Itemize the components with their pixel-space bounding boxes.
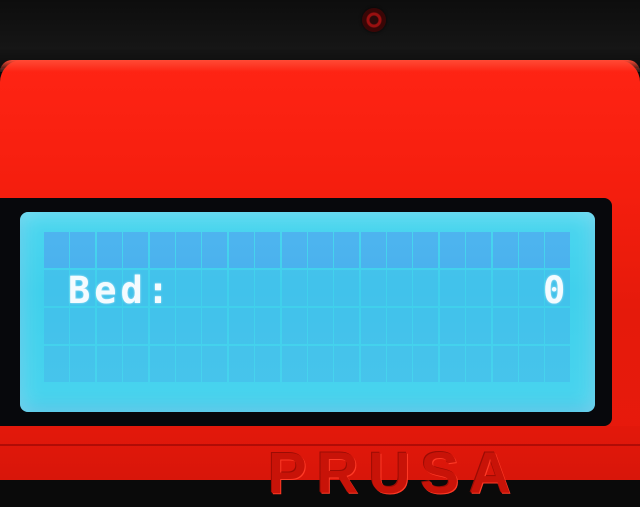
lcd-cell — [175, 270, 201, 306]
lcd-cell — [439, 232, 465, 268]
lcd-cell — [255, 346, 281, 382]
lcd-cell — [307, 346, 333, 382]
lcd-cell — [149, 308, 175, 344]
lcd-cell — [545, 346, 571, 382]
brand-logo: PRUSA — [268, 441, 522, 506]
lcd-cell — [492, 270, 518, 306]
lcd-cell — [360, 346, 386, 382]
lcd-cell — [307, 308, 333, 344]
lcd-cell — [96, 346, 122, 382]
lcd-cell — [228, 270, 254, 306]
lcd-cell — [439, 346, 465, 382]
lcd-cell — [202, 346, 228, 382]
lcd-cell — [466, 346, 492, 382]
lcd-screen — [20, 212, 595, 412]
lcd-cell — [413, 308, 439, 344]
lcd-cell — [96, 308, 122, 344]
lcd-cell — [149, 232, 175, 268]
lcd-cell — [281, 346, 307, 382]
lcd-cell — [307, 270, 333, 306]
lcd-cell — [149, 346, 175, 382]
lcd-cell — [334, 232, 360, 268]
lcd-cell — [413, 346, 439, 382]
lcd-cell — [334, 346, 360, 382]
lcd-cell — [519, 346, 545, 382]
lcd-cell — [466, 308, 492, 344]
lcd-cell — [228, 308, 254, 344]
lcd-cell — [281, 232, 307, 268]
lcd-cell — [123, 308, 149, 344]
lcd-cell — [255, 232, 281, 268]
lcd-cell — [255, 270, 281, 306]
lcd-cell — [202, 308, 228, 344]
lcd-cell — [255, 308, 281, 344]
lcd-cell — [413, 270, 439, 306]
lcd-cell — [360, 232, 386, 268]
lcd-cell — [281, 308, 307, 344]
lcd-cell — [123, 232, 149, 268]
lcd-cell — [492, 346, 518, 382]
lcd-cell — [519, 232, 545, 268]
lcd-cell — [228, 232, 254, 268]
lcd-cell — [387, 346, 413, 382]
lcd-cell — [70, 232, 96, 268]
lcd-cell — [519, 308, 545, 344]
lcd-cell — [360, 308, 386, 344]
lcd-cell — [228, 346, 254, 382]
lcd-cell — [466, 232, 492, 268]
lcd-cell — [44, 232, 69, 268]
lcd-cell — [202, 270, 228, 306]
lcd-cell — [70, 308, 96, 344]
lcd-cell — [202, 232, 228, 268]
lcd-cell — [519, 270, 545, 306]
lcd-cell — [307, 232, 333, 268]
case-highlight — [0, 60, 640, 72]
lcd-cell — [466, 270, 492, 306]
lcd-cell — [175, 232, 201, 268]
bed-temperature-value: 0 — [543, 269, 566, 312]
lcd-cell — [175, 308, 201, 344]
lcd-cell — [44, 270, 69, 306]
lcd-cell — [545, 232, 571, 268]
lcd-cell — [175, 346, 201, 382]
lcd-cell — [281, 270, 307, 306]
lcd-cell — [387, 232, 413, 268]
lcd-cell — [44, 308, 69, 344]
lcd-cell — [44, 346, 69, 382]
lcd-cell — [492, 308, 518, 344]
lcd-cell — [439, 308, 465, 344]
bed-temperature-label: Bed: — [68, 269, 174, 312]
lcd-cell — [334, 270, 360, 306]
lcd-cell — [545, 308, 571, 344]
lcd-cell — [360, 270, 386, 306]
lcd-cell — [123, 346, 149, 382]
lcd-cell — [387, 308, 413, 344]
lcd-cell — [413, 232, 439, 268]
lcd-cell — [439, 270, 465, 306]
reset-button[interactable] — [362, 8, 386, 32]
lcd-cell — [387, 270, 413, 306]
lcd-cell — [70, 346, 96, 382]
lcd-cell — [96, 232, 122, 268]
lcd-cell — [492, 232, 518, 268]
lcd-cell — [334, 308, 360, 344]
